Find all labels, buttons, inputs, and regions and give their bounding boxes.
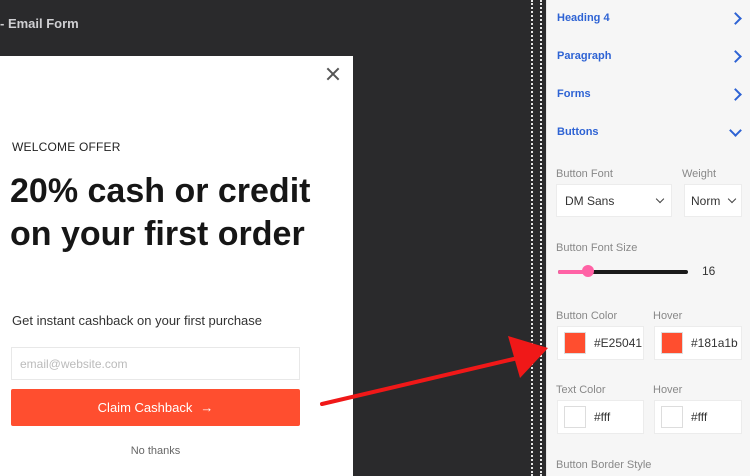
button-font-select[interactable]: DM Sans bbox=[556, 184, 672, 217]
section-buttons[interactable]: Buttons bbox=[557, 123, 743, 138]
slider-thumb[interactable] bbox=[581, 265, 594, 277]
chevron-down-icon bbox=[729, 123, 742, 137]
font-size-label: Button Font Size bbox=[556, 242, 638, 254]
text-color-label: Text Color bbox=[556, 384, 606, 396]
font-size-slider[interactable] bbox=[558, 265, 688, 277]
font-value: DM Sans bbox=[565, 193, 615, 208]
arrow-right-icon: → bbox=[200, 400, 214, 415]
section-forms[interactable]: Forms bbox=[557, 87, 743, 101]
text-color-field[interactable]: #fff bbox=[557, 400, 644, 434]
font-size-value[interactable]: 16 bbox=[702, 264, 715, 278]
weight-value: Norm bbox=[691, 193, 721, 208]
text-hover-hex: #fff bbox=[691, 410, 708, 424]
section-heading-4[interactable]: Heading 4 bbox=[557, 11, 743, 25]
button-font-label: Button Font bbox=[556, 168, 613, 180]
color-swatch[interactable] bbox=[661, 406, 683, 428]
chevron-down-icon bbox=[655, 194, 665, 204]
weight-label: Weight bbox=[682, 168, 717, 180]
text-hover-label: Hover bbox=[653, 384, 683, 396]
close-icon[interactable] bbox=[325, 66, 341, 82]
popup-subtitle: Get instant cashback on your first purch… bbox=[12, 313, 263, 328]
canvas-guide-line bbox=[531, 0, 533, 476]
email-popup: WELCOME OFFER 20% cash or credit on your… bbox=[0, 56, 353, 476]
cta-label: Claim Cashback bbox=[97, 400, 193, 415]
popup-headline: 20% cash or credit on your first order bbox=[10, 172, 311, 253]
button-color-label: Button Color bbox=[556, 310, 618, 322]
no-thanks-link[interactable]: No thanks bbox=[0, 445, 311, 457]
text-color-hex: #fff bbox=[594, 410, 611, 424]
button-hover-label: Hover bbox=[653, 310, 683, 322]
canvas-guide-line bbox=[540, 0, 542, 476]
breadcrumb: - Email Form bbox=[0, 16, 79, 31]
section-label: Buttons bbox=[557, 126, 599, 138]
border-style-label: Button Border Style bbox=[556, 459, 652, 471]
color-swatch[interactable] bbox=[564, 406, 586, 428]
color-swatch[interactable] bbox=[564, 332, 586, 354]
email-input[interactable]: email@website.com bbox=[11, 347, 300, 380]
claim-cashback-button[interactable]: Claim Cashback → bbox=[11, 389, 300, 426]
button-color-field[interactable]: #E25041 bbox=[557, 326, 644, 360]
text-hover-field[interactable]: #fff bbox=[654, 400, 742, 434]
section-label: Forms bbox=[557, 88, 591, 100]
section-paragraph[interactable]: Paragraph bbox=[557, 49, 743, 63]
weight-select[interactable]: Norm bbox=[684, 184, 742, 217]
chevron-right-icon bbox=[729, 11, 742, 25]
chevron-right-icon bbox=[729, 87, 742, 101]
button-hover-hex: #181a1b bbox=[691, 336, 738, 350]
button-hover-field[interactable]: #181a1b bbox=[654, 326, 742, 360]
section-label: Paragraph bbox=[557, 50, 612, 62]
popup-eyebrow: WELCOME OFFER bbox=[12, 140, 121, 154]
chevron-down-icon bbox=[727, 194, 737, 204]
color-swatch[interactable] bbox=[661, 332, 683, 354]
editor-canvas: - Email Form WELCOME OFFER 20% cash or c… bbox=[0, 0, 546, 476]
button-color-hex: #E25041 bbox=[594, 336, 643, 350]
section-label: Heading 4 bbox=[557, 12, 610, 24]
chevron-right-icon bbox=[729, 49, 742, 63]
